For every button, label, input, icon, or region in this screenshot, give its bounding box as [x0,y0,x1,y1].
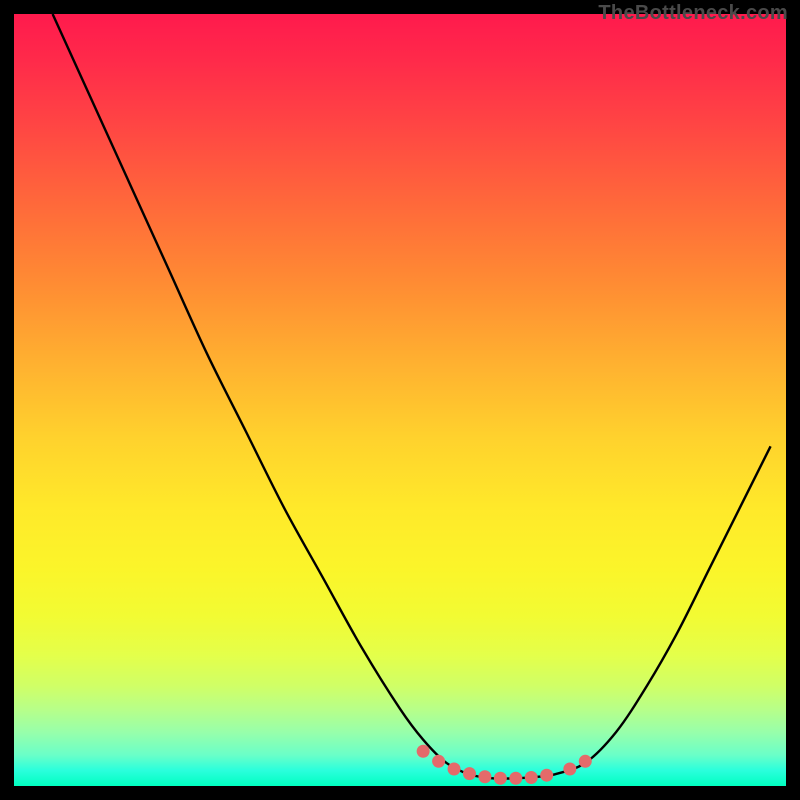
curve-line [53,14,771,779]
curve-layer [14,14,786,786]
highlight-marker [509,772,522,785]
highlight-marker [478,770,491,783]
chart-frame: TheBottleneck.com [0,0,800,800]
highlight-marker [579,755,592,768]
highlight-marker [432,755,445,768]
highlight-marker [525,771,538,784]
bottleneck-curve [53,14,771,779]
highlight-marker [417,745,430,758]
attribution-text: TheBottleneck.com [598,2,788,25]
highlight-markers [417,745,592,785]
highlight-marker [563,763,576,776]
highlight-marker [463,767,476,780]
highlight-marker [448,763,461,776]
highlight-marker [540,769,553,782]
plot-area [14,14,786,786]
highlight-marker [494,772,507,785]
